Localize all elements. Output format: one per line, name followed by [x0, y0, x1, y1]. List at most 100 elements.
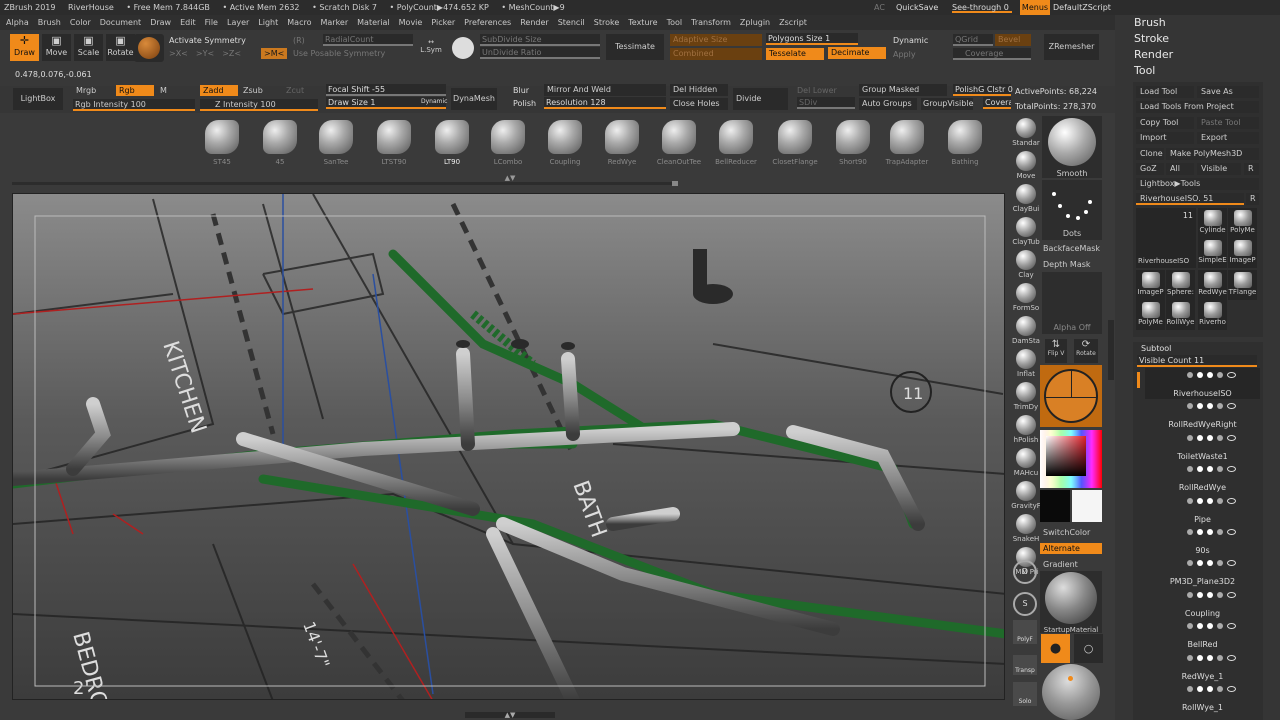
subdivide-size-slider[interactable]: SubDivide Size: [480, 34, 600, 46]
insert-mesh-bellreducer[interactable]: BellReducer: [711, 118, 761, 176]
subtool-toggle-icon[interactable]: [1197, 497, 1203, 504]
shelf-collapse-arrows[interactable]: ▲▼: [500, 175, 520, 182]
goz-button[interactable]: GoZ: [1136, 163, 1164, 175]
subtool-toggle-icon[interactable]: [1217, 434, 1223, 441]
load-tool-button[interactable]: Load Tool: [1136, 86, 1194, 98]
light-bulb-off-icon[interactable]: ○: [1074, 634, 1103, 663]
subtool-item[interactable]: 90s: [1145, 525, 1260, 556]
subtool-toggle-icon[interactable]: [1187, 434, 1193, 441]
subtool-scrollbar[interactable]: [1137, 372, 1140, 388]
polishg-clstr-slider[interactable]: PolishG Clstr 0: [953, 84, 1013, 96]
subtool-toggle-icon[interactable]: [1207, 434, 1213, 441]
subtool-toggle-icon[interactable]: [1207, 497, 1213, 504]
goz-visible-button[interactable]: Visible: [1197, 163, 1241, 175]
m-button[interactable]: M: [160, 85, 167, 96]
subtool-toggle-icon[interactable]: [1197, 529, 1203, 535]
stroke-palette[interactable]: Smooth: [1042, 116, 1102, 178]
current-tool-slider[interactable]: RiverhouseISO. 51: [1136, 193, 1244, 205]
menu-edit[interactable]: Edit: [180, 18, 196, 27]
lsym-button[interactable]: ↔ L.Sym: [420, 38, 442, 60]
subtool-toggle-icon[interactable]: [1207, 372, 1213, 378]
tool-thumb[interactable]: TFlange: [1228, 270, 1257, 300]
group-masked-button[interactable]: Group Masked: [859, 84, 947, 96]
divide-button[interactable]: Divide: [733, 88, 788, 110]
subtool-toggle-icon[interactable]: [1187, 654, 1193, 661]
subtool-item[interactable]: RiverhouseISO: [1145, 368, 1260, 399]
subtool-toggle-icon[interactable]: [1197, 372, 1203, 378]
subtool-toggle-icon[interactable]: [1217, 372, 1223, 378]
menu-stencil[interactable]: Stencil: [558, 18, 585, 27]
export-button[interactable]: Export: [1197, 132, 1259, 144]
coverage-slider[interactable]: Coverage: [953, 48, 1031, 60]
menu-transform[interactable]: Transform: [691, 18, 731, 27]
insert-mesh-redwye[interactable]: RedWye: [597, 118, 647, 176]
subtool-toggle-icon[interactable]: [1217, 686, 1223, 692]
insert-mesh-ltst90[interactable]: LTST90: [369, 118, 419, 176]
move-button[interactable]: ▣ Move: [42, 34, 71, 61]
light-bulb-icon[interactable]: ●: [1041, 634, 1070, 663]
palette-title-stroke[interactable]: Stroke: [1120, 31, 1270, 47]
goz-all-button[interactable]: All: [1166, 163, 1194, 175]
del-hidden-button[interactable]: Del Hidden: [670, 84, 728, 96]
shelf-scroll-thumb[interactable]: [672, 181, 678, 186]
subtool-toggle-icon[interactable]: [1217, 403, 1223, 410]
menu-material[interactable]: Material: [357, 18, 390, 27]
brush-snakeh[interactable]: SnakeH: [1010, 514, 1042, 545]
light-preview-sphere[interactable]: [1042, 664, 1100, 720]
brush-move[interactable]: Move: [1010, 151, 1042, 182]
rgb-button[interactable]: Rgb: [116, 85, 154, 96]
palette-title-tool[interactable]: Tool: [1120, 63, 1270, 79]
texture-palette[interactable]: [1040, 365, 1102, 427]
undivide-ratio-slider[interactable]: UnDivide Ratio: [480, 47, 600, 59]
polygons-size-slider[interactable]: Polygons Size 1: [766, 33, 858, 45]
flip-v-button[interactable]: ⇅ Flip V: [1045, 339, 1067, 363]
subtool-toggle-icon[interactable]: [1217, 654, 1223, 661]
subtool-item[interactable]: Coupling: [1145, 588, 1260, 619]
menu-file[interactable]: File: [205, 18, 218, 27]
subtool-toggle-icon[interactable]: [1187, 372, 1193, 378]
subtool-toggle-icon[interactable]: [1217, 560, 1223, 567]
visibility-eye-icon[interactable]: [1227, 434, 1236, 441]
menu-zplugin[interactable]: Zplugin: [740, 18, 770, 27]
brush-hpolish[interactable]: hPolish: [1010, 415, 1042, 446]
goz-r-button[interactable]: R: [1244, 163, 1259, 175]
brush-inflat[interactable]: Inflat: [1010, 349, 1042, 380]
polyf-button[interactable]: PolyF: [1013, 620, 1037, 644]
menu-texture[interactable]: Texture: [628, 18, 657, 27]
visible-count-slider[interactable]: Visible Count 11: [1137, 355, 1257, 367]
mirror-and-weld-button[interactable]: Mirror And Weld: [544, 84, 666, 96]
current-tool-r-button[interactable]: R: [1246, 193, 1259, 205]
gradient-button[interactable]: Gradient: [1043, 559, 1078, 570]
tool-thumb[interactable]: PolyMe: [1228, 208, 1257, 238]
dynamic-size-toggle[interactable]: Dynamic: [421, 96, 447, 107]
subtool-toggle-icon[interactable]: [1197, 591, 1203, 598]
subtool-toggle-icon[interactable]: [1207, 654, 1213, 661]
color-picker[interactable]: [1040, 430, 1102, 488]
sym-x-button[interactable]: >X<: [169, 48, 188, 59]
clone-button[interactable]: Clone: [1136, 148, 1164, 160]
brush-clay[interactable]: Clay: [1010, 250, 1042, 281]
poly-frame-icon[interactable]: [452, 37, 474, 59]
zcut-button[interactable]: Zcut: [286, 85, 304, 96]
visibility-eye-icon[interactable]: [1227, 372, 1236, 378]
activate-symmetry-button[interactable]: Activate Symmetry: [169, 35, 246, 46]
visibility-eye-icon[interactable]: [1227, 466, 1236, 473]
insert-mesh-bathing[interactable]: Bathing: [940, 118, 990, 176]
rotate-alpha-button[interactable]: ⟳ Rotate: [1074, 339, 1098, 363]
subtool-toggle-icon[interactable]: [1187, 497, 1193, 504]
brush-damsta[interactable]: DamSta: [1010, 316, 1042, 347]
tesselate-button[interactable]: Tesselate: [766, 48, 824, 60]
menu-document[interactable]: Document: [100, 18, 141, 27]
menu-light[interactable]: Light: [258, 18, 278, 27]
save-as-button[interactable]: Save As: [1197, 86, 1259, 98]
backface-mask-button[interactable]: BackfaceMask: [1043, 243, 1100, 254]
resolution-slider[interactable]: Resolution 128: [544, 97, 666, 109]
lightbox-tools-button[interactable]: Lightbox▶Tools: [1136, 178, 1259, 190]
visibility-eye-icon[interactable]: [1227, 403, 1236, 410]
subtool-item[interactable]: RollRedWye: [1145, 462, 1260, 493]
insert-mesh-trapadapter[interactable]: TrapAdapter: [882, 118, 932, 176]
menus-button[interactable]: Menus: [1020, 0, 1050, 15]
tool-thumb[interactable]: RollWye: [1166, 300, 1195, 330]
light-position-dot[interactable]: [1068, 676, 1073, 681]
subtool-toggle-icon[interactable]: [1187, 466, 1193, 473]
